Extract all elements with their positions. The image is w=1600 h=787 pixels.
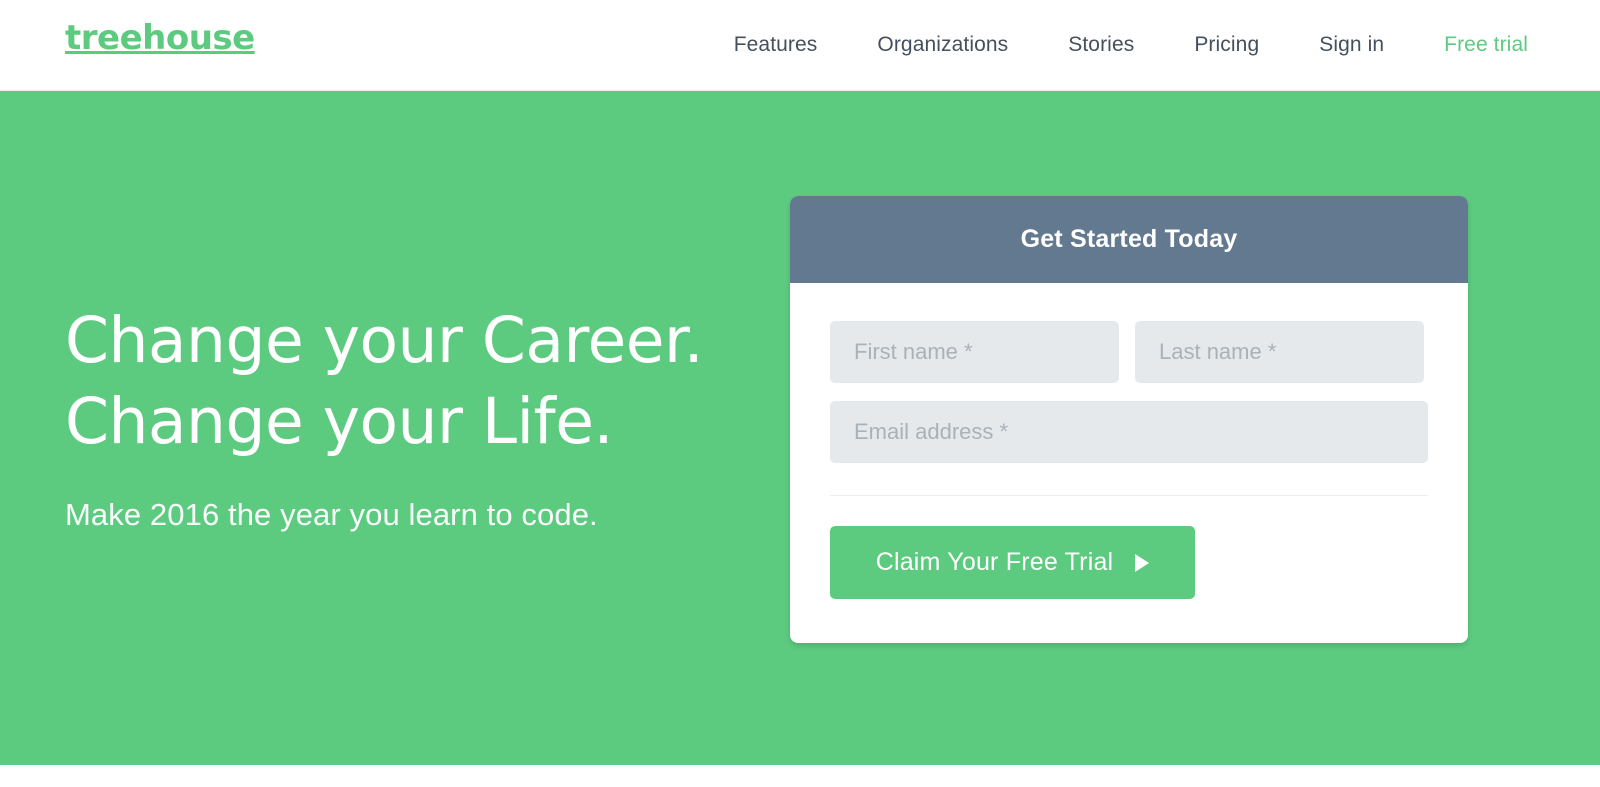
name-field-row — [830, 321, 1428, 383]
nav-link-stories[interactable]: Stories — [1038, 0, 1164, 90]
brand-logo[interactable]: treehouse — [65, 16, 255, 60]
hero-title-line-1: Change your Career. — [65, 304, 704, 377]
hero-section: Change your Career. Change your Life. Ma… — [0, 91, 1600, 765]
landing-page: treehouse Features Organizations Stories… — [0, 0, 1600, 787]
hero-subtitle: Make 2016 the year you learn to code. — [65, 497, 598, 532]
site-header: treehouse Features Organizations Stories… — [0, 0, 1600, 91]
nav-link-pricing[interactable]: Pricing — [1164, 0, 1289, 90]
email-address-input[interactable] — [830, 401, 1428, 463]
hero-copy: Change your Career. Change your Life. Ma… — [65, 300, 765, 534]
play-triangle-icon — [1135, 553, 1150, 572]
form-divider — [830, 495, 1428, 496]
signup-card-title: Get Started Today — [1020, 225, 1238, 253]
nav-link-free-trial[interactable]: Free trial — [1414, 0, 1540, 90]
main-navigation: Features Organizations Stories Pricing S… — [704, 0, 1540, 90]
signup-card-header: Get Started Today — [790, 196, 1468, 283]
hero-title-line-2: Change your Life. — [65, 385, 613, 458]
first-name-input[interactable] — [830, 321, 1119, 383]
claim-free-trial-label: Claim Your Free Trial — [875, 548, 1114, 576]
nav-link-features[interactable]: Features — [704, 0, 848, 90]
signup-form: Claim Your Free Trial — [790, 283, 1468, 643]
claim-free-trial-button[interactable]: Claim Your Free Trial — [830, 526, 1195, 599]
nav-link-organizations[interactable]: Organizations — [847, 0, 1038, 90]
last-name-input[interactable] — [1135, 321, 1424, 383]
signup-card: Get Started Today Claim Your Free Trial — [790, 196, 1468, 643]
nav-link-sign-in[interactable]: Sign in — [1289, 0, 1414, 90]
